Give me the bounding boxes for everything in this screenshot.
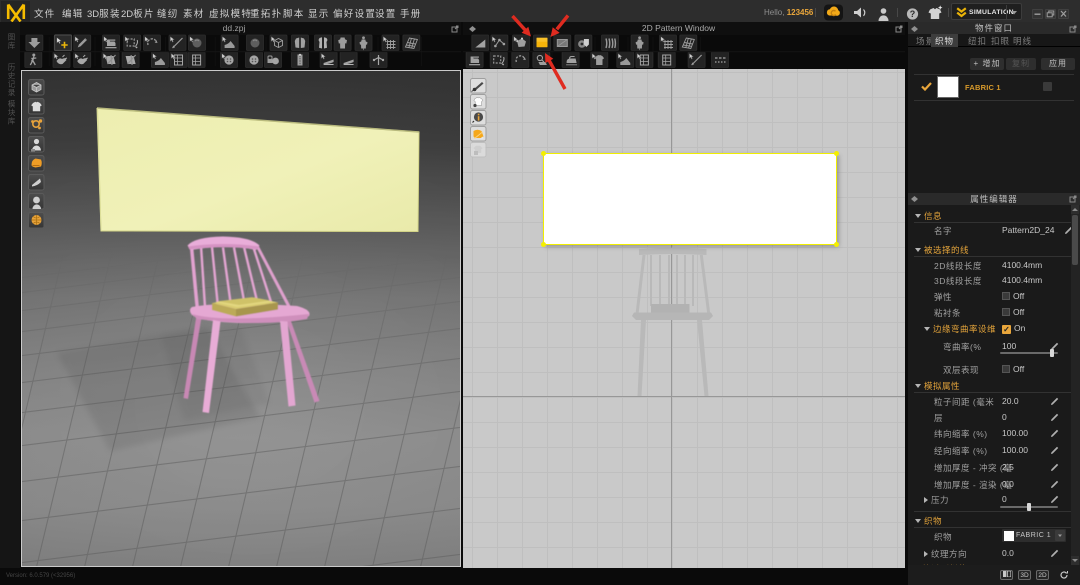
svg-text:?: ?: [910, 9, 916, 19]
